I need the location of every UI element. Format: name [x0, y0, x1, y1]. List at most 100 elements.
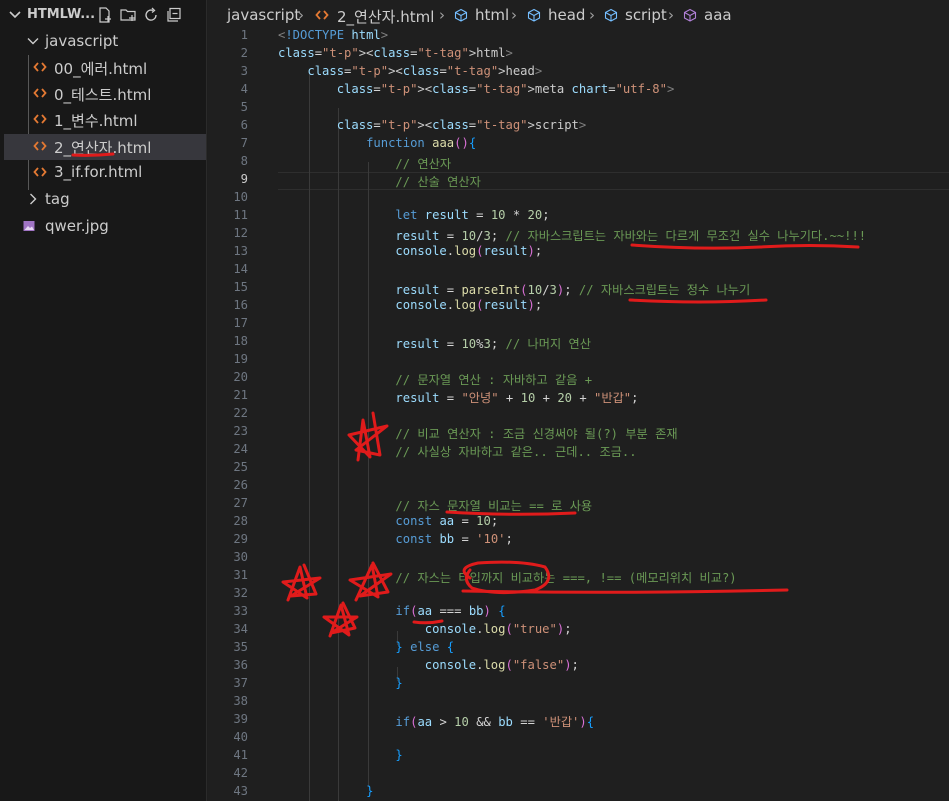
code-line[interactable]: console.log("true"); [278, 622, 572, 636]
line-number: 8 [240, 154, 248, 168]
code-line[interactable]: result = "안녕" + 10 + 20 + "반갑"; [278, 388, 638, 406]
chevron-right-icon: › [511, 6, 517, 24]
code-line[interactable]: // 산술 연산자 [278, 172, 480, 190]
line-number: 25 [233, 460, 248, 474]
breadcrumb-item[interactable]: html [475, 6, 509, 24]
code-line[interactable]: } else { [278, 640, 454, 654]
code-editor[interactable]: javascript › 2_연산자.html › html › head › … [208, 0, 949, 801]
tree-item-label: 0_테스트.html [54, 86, 152, 104]
line-number: 33 [233, 604, 248, 618]
html-file-icon [33, 114, 47, 124]
line-number: 7 [240, 136, 248, 150]
line-number: 31 [233, 568, 248, 582]
line-number: 29 [233, 532, 248, 546]
line-number: 19 [233, 352, 248, 366]
line-number: 32 [233, 586, 248, 600]
code-line[interactable]: let result = 10 * 20; [278, 208, 549, 222]
code-line[interactable]: // 사실상 자바하고 같은.. 근데.. 조금.. [278, 442, 636, 460]
code-line[interactable]: } [278, 784, 373, 798]
chevron-down-icon[interactable] [8, 8, 22, 22]
line-number: 26 [233, 478, 248, 492]
code-line[interactable]: console.log(result); [278, 298, 542, 312]
line-number: 3 [240, 64, 248, 78]
line-number: 43 [233, 784, 248, 798]
refresh-icon[interactable] [142, 6, 160, 24]
code-area[interactable]: 1 <!DOCTYPE html> 2 class="t-p"><class="t-t… [208, 27, 949, 801]
code-line[interactable]: const bb = '10'; [278, 532, 512, 546]
code-line[interactable]: // 문자열 연산 : 자바하고 같음 + [278, 370, 592, 388]
line-number: 20 [233, 370, 248, 384]
code-line[interactable]: // 자스는 타입까지 비교하는 ===, !== (메모리위치 비교?) [278, 568, 736, 586]
line-number: 37 [233, 676, 248, 690]
chevron-down-icon [27, 38, 39, 45]
breadcrumb-item[interactable]: 2_연산자.html [337, 6, 434, 27]
breadcrumb-item[interactable]: head [548, 6, 585, 24]
line-number: 11 [233, 208, 248, 222]
line-number: 1 [240, 28, 248, 42]
code-line[interactable]: class="t-p"><class="t-tag">meta chart="u… [278, 82, 675, 96]
line-number: 2 [240, 46, 248, 60]
code-line[interactable]: } [278, 676, 402, 690]
line-number: 23 [233, 424, 248, 438]
code-line[interactable]: } [278, 748, 402, 762]
breadcrumb-item[interactable]: script [625, 6, 667, 24]
code-line[interactable]: if(aa === bb) { [278, 604, 505, 618]
code-line[interactable]: class="t-p"><class="t-tag">html> [278, 46, 513, 60]
new-folder-icon[interactable] [119, 6, 137, 24]
tree-item-label: 00_에러.html [54, 60, 148, 78]
code-line[interactable]: class="t-p"><class="t-tag">head> [278, 64, 542, 78]
tree-file-00-error[interactable]: 00_에러.html [0, 55, 207, 81]
chevron-right-icon [30, 193, 37, 205]
code-line[interactable]: // 비교 연산자 : 조금 신경써야 될(?) 부분 존재 [278, 424, 677, 442]
line-number: 9 [240, 172, 248, 186]
line-number: 30 [233, 550, 248, 564]
line-number: 17 [233, 316, 248, 330]
line-number: 40 [233, 730, 248, 744]
line-number: 13 [233, 244, 248, 258]
line-number: 16 [233, 298, 248, 312]
code-line[interactable]: // 자스 문자열 비교는 == 로 사용 [278, 496, 592, 514]
symbol-method-icon [683, 8, 697, 22]
line-number: 12 [233, 226, 248, 240]
code-line[interactable]: result = 10%3; // 나머지 연산 [278, 334, 591, 352]
chevron-right-icon: › [439, 6, 445, 24]
code-line[interactable]: // 연산자 [278, 154, 451, 172]
code-line[interactable]: result = 10/3; // 자바스크립트는 자바와는 다르게 무조건 실… [278, 226, 866, 244]
explorer-header[interactable]: HTMLW... [0, 0, 207, 32]
line-number: 28 [233, 514, 248, 528]
breadcrumb-item[interactable]: aaa [704, 6, 732, 24]
code-line[interactable]: console.log(result); [278, 244, 542, 258]
tree-file-1-variable[interactable]: 1_변수.html [0, 107, 207, 133]
line-number: 34 [233, 622, 248, 636]
code-line[interactable]: function aaa(){ [278, 136, 476, 150]
code-line[interactable]: <!DOCTYPE html> [278, 28, 388, 42]
chevron-right-icon: › [298, 6, 304, 24]
line-number: 14 [233, 262, 248, 276]
tree-folder-javascript[interactable]: javascript [0, 29, 207, 55]
line-number: 35 [233, 640, 248, 654]
line-number: 10 [233, 190, 248, 204]
code-line[interactable]: result = parseInt(10/3); // 자바스크립트는 정수 나… [278, 280, 750, 298]
new-file-icon[interactable] [96, 6, 114, 24]
code-line[interactable]: const aa = 10; [278, 514, 498, 528]
tree-file-qwer-jpg[interactable]: qwer.jpg [0, 214, 207, 240]
code-line[interactable]: class="t-p"><class="t-tag">script> [278, 118, 587, 132]
tree-item-label: 1_변수.html [54, 112, 138, 130]
symbol-class-icon [604, 8, 618, 22]
code-line[interactable]: if(aa > 10 && bb == '반갑'){ [278, 712, 594, 730]
tree-folder-tag[interactable]: tag [0, 187, 207, 213]
image-file-icon [23, 221, 35, 231]
line-number: 36 [233, 658, 248, 672]
tree-file-2-operator[interactable]: 2_연산자.html [4, 134, 206, 160]
line-number: 41 [233, 748, 248, 762]
collapse-icon[interactable] [165, 6, 183, 24]
line-number: 5 [240, 100, 248, 114]
html-file-icon [315, 10, 329, 20]
line-number: 39 [233, 712, 248, 726]
code-line[interactable]: console.log("false"); [278, 658, 579, 672]
explorer-root-title[interactable]: HTMLW... [27, 7, 95, 22]
tree-file-0-test[interactable]: 0_테스트.html [0, 81, 207, 107]
tree-file-3-if-for[interactable]: 3_if.for.html [0, 160, 207, 186]
html-file-icon [33, 141, 47, 151]
breadcrumb-item[interactable]: javascript [227, 6, 300, 24]
